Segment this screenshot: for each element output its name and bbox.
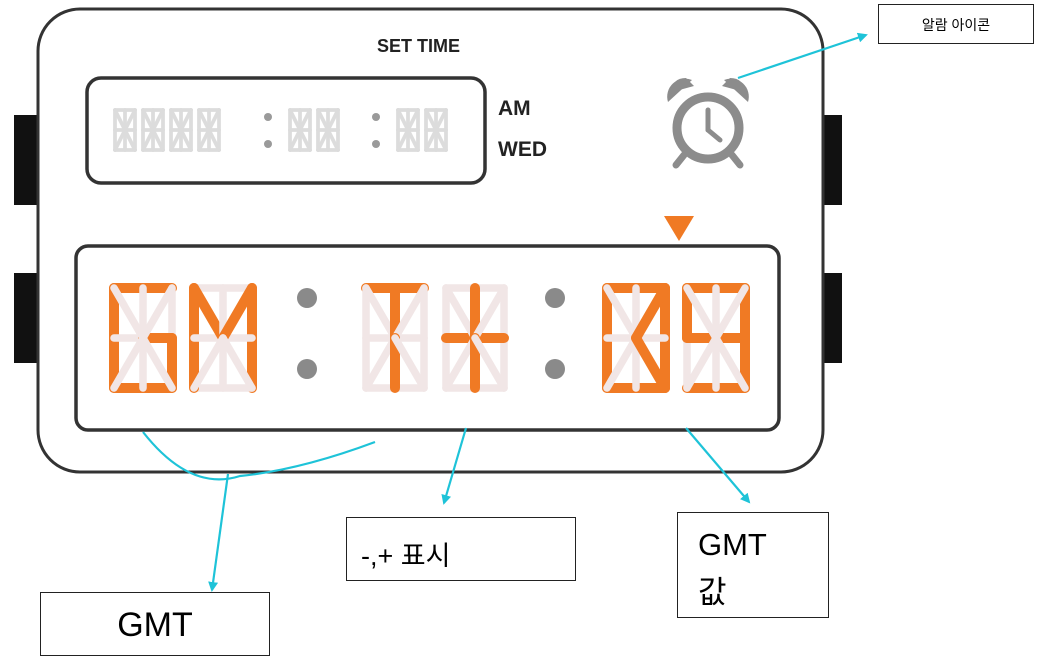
- big-char-1: [109, 283, 177, 393]
- callout-gmt-text: GMT: [117, 606, 193, 644]
- small-digit-1: [113, 108, 137, 152]
- big-char-5: [441, 283, 509, 393]
- callout-gmt-value: GMT 값: [677, 512, 829, 618]
- callout-alarm-icon-text: 알람 아이콘: [921, 17, 991, 33]
- big-char-7: [602, 283, 670, 393]
- side-button-left-bottom: [14, 273, 40, 363]
- small-digit-10: [424, 108, 448, 152]
- big-colon-1-top: [297, 288, 317, 308]
- big-char-2: [189, 283, 257, 393]
- small-digit-4: [197, 108, 221, 152]
- callout-gmt-value-line2: 값: [698, 575, 727, 610]
- small-digit-7: [316, 108, 340, 152]
- big-colon-2-top: [545, 288, 565, 308]
- small-digit-6: [288, 108, 312, 152]
- big-char-4: [361, 283, 429, 393]
- small-colon-2-top: [372, 113, 380, 121]
- small-colon-1-top: [264, 113, 272, 121]
- side-button-left-top: [14, 115, 40, 205]
- small-digit-9: [396, 108, 420, 152]
- am-pm-label: AM: [498, 97, 531, 120]
- callout-sign-text: -,+ 표시: [361, 541, 451, 571]
- gmt-arrow: [208, 473, 230, 592]
- callout-gmt: GMT: [40, 592, 270, 656]
- small-digit-3: [169, 108, 193, 152]
- big-colon-1-bottom: [297, 359, 317, 379]
- callout-sign: -,+ 표시: [346, 517, 576, 581]
- set-time-label: SET TIME: [377, 36, 461, 56]
- small-colon-2-bottom: [372, 140, 380, 148]
- weekday-label: WED: [498, 138, 547, 161]
- callout-alarm-icon: 알람 아이콘: [878, 4, 1034, 44]
- big-char-8: [682, 283, 750, 393]
- small-colon-1-bottom: [264, 140, 272, 148]
- small-digit-2: [141, 108, 165, 152]
- big-colon-2-bottom: [545, 359, 565, 379]
- callout-gmt-value-line1: GMT: [698, 527, 767, 562]
